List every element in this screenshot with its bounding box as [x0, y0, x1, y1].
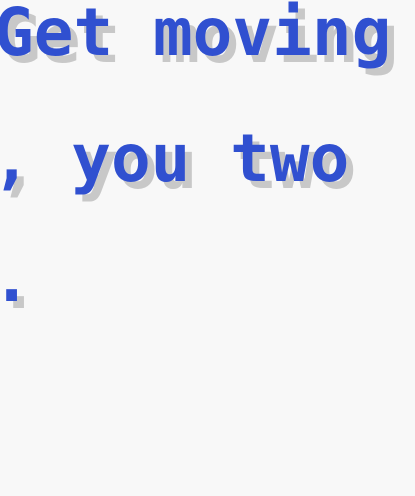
- dialogue-line-2: g, you two: [0, 120, 350, 197]
- dialogue-screen: Get moving g, you two o.: [0, 0, 415, 496]
- dialogue-line-3: o.: [0, 246, 31, 312]
- dialogue-line-1: Get moving: [0, 0, 392, 71]
